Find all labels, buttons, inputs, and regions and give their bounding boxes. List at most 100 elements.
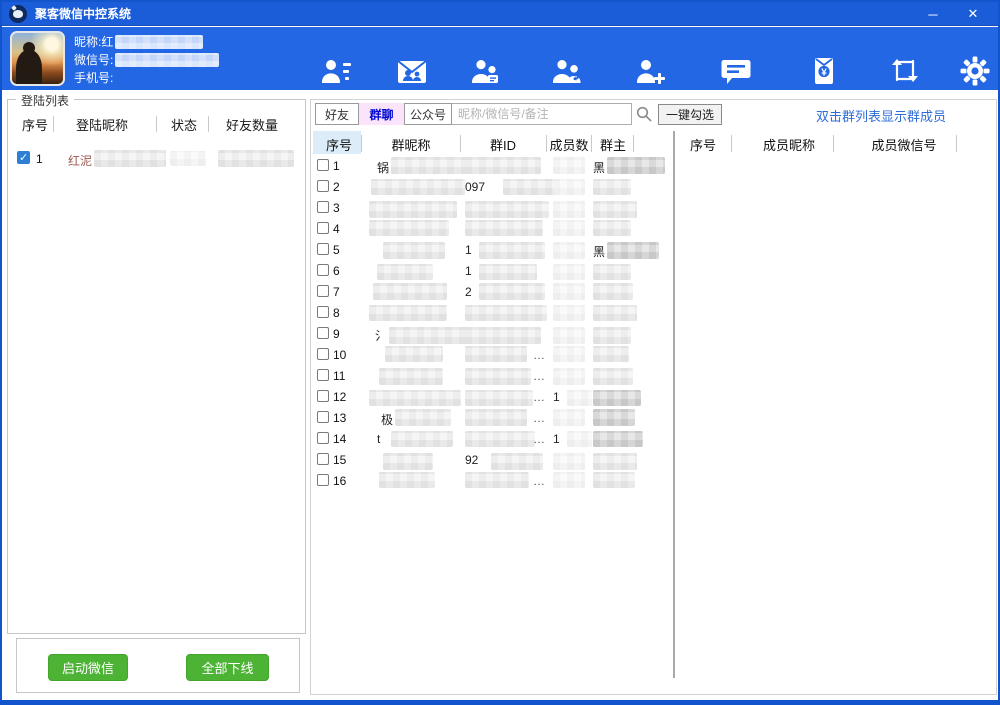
group-table-row[interactable]: 14t…1 — [311, 429, 673, 450]
group-table-row[interactable]: 16… — [311, 471, 673, 492]
tab-friends[interactable]: 好友 — [315, 103, 359, 125]
column-separator — [361, 135, 362, 152]
group-table-row[interactable]: 51黑 — [311, 240, 673, 261]
column-separator — [956, 135, 957, 152]
group-table-row[interactable]: 72 — [311, 282, 673, 303]
group-row-checkbox[interactable] — [317, 369, 329, 381]
visible-text-fragment: 097 — [465, 180, 485, 194]
redacted-wechat-id — [115, 53, 219, 67]
redacted-text — [593, 305, 637, 321]
group-row-number: 5 — [333, 243, 340, 257]
redacted-text — [369, 220, 449, 236]
keyword-reply-icon — [720, 56, 752, 86]
pull-into-group-icon — [551, 56, 583, 86]
minimize-button[interactable]: ─ — [916, 2, 950, 26]
redacted-text — [593, 409, 635, 426]
group-row-checkbox[interactable] — [317, 390, 329, 402]
window-title: 聚客微信中控系统 — [35, 5, 131, 22]
group-table-row[interactable]: 1592 — [311, 450, 673, 471]
start-wechat-button[interactable]: 启动微信 — [48, 654, 128, 681]
redacted-text — [553, 346, 585, 362]
group-row-number: 4 — [333, 222, 340, 236]
group-row-number: 12 — [333, 390, 346, 404]
group-row-checkbox[interactable] — [317, 222, 329, 234]
group-row-checkbox[interactable] — [317, 180, 329, 192]
nickname-fragment: 红 — [101, 33, 113, 51]
redacted-text — [465, 368, 531, 385]
group-table-row[interactable]: 2097 — [311, 177, 673, 198]
group-table-row[interactable]: 11… — [311, 366, 673, 387]
avatar-silhouette — [16, 50, 42, 86]
group-row-checkbox[interactable] — [317, 285, 329, 297]
redacted-text — [593, 431, 643, 447]
redacted-text — [391, 431, 453, 447]
group-table-row[interactable]: 10… — [311, 345, 673, 366]
group-row-number: 6 — [333, 264, 340, 278]
group-table-row[interactable]: 12…1 — [311, 387, 673, 408]
group-row-checkbox[interactable] — [317, 474, 329, 486]
redacted-text — [553, 157, 585, 174]
settings-gear-icon — [960, 56, 990, 86]
close-button[interactable]: ✕ — [956, 2, 990, 26]
column-header: 序号 — [22, 115, 48, 134]
group-row-number: 1 — [333, 159, 340, 173]
redacted-text — [491, 453, 543, 470]
group-row-checkbox[interactable] — [317, 243, 329, 255]
group-row-checkbox[interactable] — [317, 453, 329, 465]
group-row-checkbox[interactable] — [317, 348, 329, 360]
group-row-number: 8 — [333, 306, 340, 320]
column-separator — [633, 135, 634, 152]
search-icon[interactable] — [636, 106, 652, 122]
group-row-checkbox[interactable] — [317, 159, 329, 171]
column-separator — [591, 135, 592, 152]
visible-text-fragment: 1 — [553, 432, 560, 446]
login-row[interactable]: 1 红泥 — [8, 148, 305, 170]
login-list-legend: 登陆列表 — [16, 92, 74, 109]
redacted-count — [218, 150, 294, 167]
group-row-checkbox[interactable] — [317, 327, 329, 339]
login-row-number: 1 — [36, 152, 43, 166]
mass-message-icon — [470, 56, 502, 86]
all-offline-button[interactable]: 全部下线 — [186, 654, 269, 681]
group-table-row[interactable]: 1锅黑 — [311, 156, 673, 177]
redacted-text — [593, 179, 631, 195]
group-row-checkbox[interactable] — [317, 411, 329, 423]
redacted-text — [593, 472, 635, 488]
redacted-text — [553, 220, 585, 236]
group-table-row[interactable]: 3 — [311, 198, 673, 219]
tab-official-account[interactable]: 公众号 — [404, 103, 452, 125]
redacted-text — [389, 327, 473, 344]
group-row-checkbox[interactable] — [317, 201, 329, 213]
select-all-button[interactable]: 一键勾选 — [658, 104, 722, 125]
column-header: 序号 — [319, 135, 359, 154]
redacted-text — [465, 409, 527, 426]
group-table-row[interactable]: 9氵 — [311, 324, 673, 345]
group-table-row[interactable]: 8 — [311, 303, 673, 324]
redacted-text — [593, 368, 633, 385]
login-row-checkbox[interactable] — [17, 151, 30, 164]
redacted-text — [479, 283, 545, 300]
group-row-checkbox[interactable] — [317, 306, 329, 318]
visible-text-fragment: 92 — [465, 453, 478, 467]
group-table-row[interactable]: 13极… — [311, 408, 673, 429]
group-table-row[interactable]: 61 — [311, 261, 673, 282]
column-header: 状态 — [171, 115, 197, 134]
account-header: 昵称: 红 微信号: 手机号: 好友列表 群邀请 — [2, 27, 998, 90]
redacted-text — [553, 264, 585, 280]
panel-divider — [673, 131, 675, 678]
redacted-text — [553, 368, 585, 385]
group-row-number: 13 — [333, 411, 346, 425]
search-input[interactable] — [458, 104, 626, 124]
redacted-text — [395, 409, 451, 426]
redacted-text — [465, 346, 527, 362]
group-row-checkbox[interactable] — [317, 264, 329, 276]
tab-group-chat[interactable]: 群聊 — [359, 103, 404, 125]
phone-label: 手机号: — [74, 69, 113, 87]
group-row-checkbox[interactable] — [317, 432, 329, 444]
wechat-id-line: 微信号: — [74, 51, 219, 69]
column-header: 成员昵称 — [739, 135, 839, 154]
visible-text-fragment: 1 — [465, 264, 472, 278]
column-header: 序号 — [683, 135, 723, 154]
group-table-row[interactable]: 4 — [311, 219, 673, 240]
redacted-text — [379, 368, 443, 385]
